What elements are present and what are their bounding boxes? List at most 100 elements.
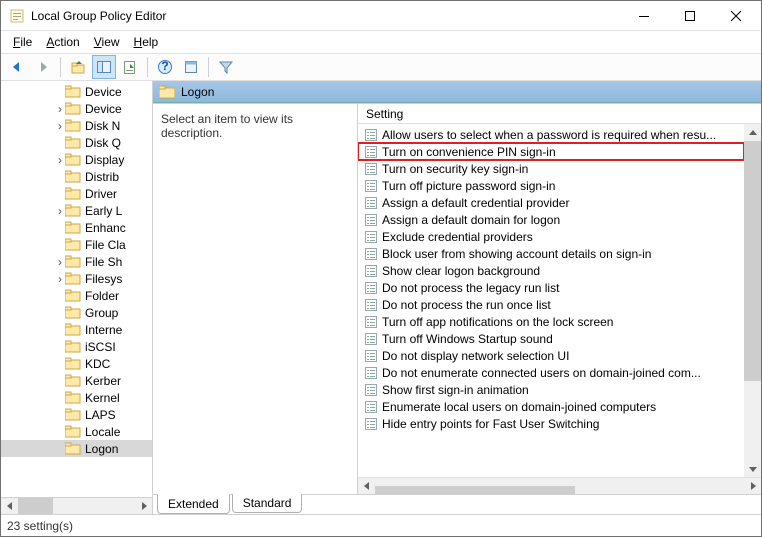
- tree-item[interactable]: Locale: [1, 423, 152, 440]
- maximize-button[interactable]: [667, 2, 713, 30]
- tree-item[interactable]: Driver: [1, 185, 152, 202]
- setting-row[interactable]: Exclude credential providers: [358, 228, 744, 245]
- policy-icon: [364, 230, 378, 244]
- policy-icon: [364, 298, 378, 312]
- list-hscrollbar[interactable]: [358, 477, 761, 494]
- tree-item[interactable]: Distrib: [1, 168, 152, 185]
- menu-help[interactable]: Help: [128, 33, 165, 51]
- filter-button[interactable]: [214, 55, 238, 79]
- folder-icon: [65, 306, 81, 319]
- statusbar: 23 setting(s): [1, 514, 761, 536]
- tree-item[interactable]: File Cla: [1, 236, 152, 253]
- expand-icon[interactable]: ›: [55, 272, 65, 286]
- tab-standard[interactable]: Standard: [232, 494, 303, 513]
- folder-icon: [65, 272, 81, 285]
- details-header-label: Logon: [181, 85, 214, 99]
- tree-item-label: KDC: [85, 357, 110, 371]
- settings-list[interactable]: Allow users to select when a password is…: [358, 124, 744, 477]
- scroll-right-arrow[interactable]: [744, 478, 761, 495]
- setting-row[interactable]: Turn off Windows Startup sound: [358, 330, 744, 347]
- setting-row[interactable]: Do not process the run once list: [358, 296, 744, 313]
- setting-row[interactable]: Enumerate local users on domain-joined c…: [358, 398, 744, 415]
- scroll-left-arrow[interactable]: [358, 478, 375, 495]
- setting-row[interactable]: Do not enumerate connected users on doma…: [358, 364, 744, 381]
- tree-item[interactable]: Logon: [1, 440, 152, 457]
- scroll-thumb[interactable]: [744, 141, 761, 381]
- scroll-down-arrow[interactable]: [744, 460, 761, 477]
- minimize-button[interactable]: [621, 2, 667, 30]
- menu-file[interactable]: File: [7, 33, 38, 51]
- tree-view[interactable]: Device›Device›Disk NDisk Q›DisplayDistri…: [1, 81, 152, 497]
- setting-row[interactable]: Assign a default credential provider: [358, 194, 744, 211]
- setting-row[interactable]: Block user from showing account details …: [358, 245, 744, 262]
- tree-item[interactable]: Kernel: [1, 389, 152, 406]
- tree-item[interactable]: LAPS: [1, 406, 152, 423]
- show-hide-tree-button[interactable]: [92, 55, 116, 79]
- up-one-level-button[interactable]: [66, 55, 90, 79]
- scroll-thumb[interactable]: [18, 498, 53, 515]
- setting-label: Exclude credential providers: [382, 230, 533, 244]
- setting-row[interactable]: Do not display network selection UI: [358, 347, 744, 364]
- menu-action[interactable]: Action: [40, 33, 85, 51]
- tree-item[interactable]: Kerber: [1, 372, 152, 389]
- expand-icon[interactable]: ›: [55, 204, 65, 218]
- folder-icon: [65, 238, 81, 251]
- tree-item[interactable]: Enhanc: [1, 219, 152, 236]
- tree-item-label: Disk N: [85, 119, 120, 133]
- toolbar-separator: [147, 57, 148, 77]
- expand-icon[interactable]: ›: [55, 153, 65, 167]
- setting-row[interactable]: Turn off picture password sign-in: [358, 177, 744, 194]
- export-list-button[interactable]: [118, 55, 142, 79]
- setting-row[interactable]: Show first sign-in animation: [358, 381, 744, 398]
- tree-item[interactable]: ›Display: [1, 151, 152, 168]
- scroll-right-arrow[interactable]: [135, 498, 152, 515]
- setting-row[interactable]: Turn on convenience PIN sign-in: [358, 143, 744, 160]
- close-button[interactable]: [713, 2, 759, 30]
- tree-hscrollbar[interactable]: [1, 497, 152, 514]
- tree-item-label: LAPS: [85, 408, 116, 422]
- setting-row[interactable]: Do not process the legacy run list: [358, 279, 744, 296]
- tree-item[interactable]: Interne: [1, 321, 152, 338]
- tree-item[interactable]: KDC: [1, 355, 152, 372]
- tree-item[interactable]: Device: [1, 83, 152, 100]
- setting-row[interactable]: Assign a default domain for logon: [358, 211, 744, 228]
- setting-label: Do not process the run once list: [382, 298, 551, 312]
- tree-item[interactable]: ›Device: [1, 100, 152, 117]
- scroll-up-arrow[interactable]: [744, 124, 761, 141]
- setting-row[interactable]: Allow users to select when a password is…: [358, 126, 744, 143]
- help-button[interactable]: ?: [153, 55, 177, 79]
- list-vscrollbar[interactable]: [744, 124, 761, 477]
- tree-item[interactable]: › Disk N: [1, 117, 152, 134]
- policy-icon: [364, 417, 378, 431]
- tree-item[interactable]: ›Filesys: [1, 270, 152, 287]
- tree-item[interactable]: Disk Q: [1, 134, 152, 151]
- setting-row[interactable]: Hide entry points for Fast User Switchin…: [358, 415, 744, 432]
- setting-row[interactable]: Turn off app notifications on the lock s…: [358, 313, 744, 330]
- setting-label: Assign a default credential provider: [382, 196, 569, 210]
- scroll-left-arrow[interactable]: [1, 498, 18, 515]
- app-window: Local Group Policy Editor File Action Vi…: [0, 0, 762, 537]
- nav-back-button[interactable]: [5, 55, 29, 79]
- tree-item[interactable]: iSCSI: [1, 338, 152, 355]
- scroll-thumb[interactable]: [375, 486, 575, 494]
- menu-view[interactable]: View: [88, 33, 126, 51]
- tree-item[interactable]: Group: [1, 304, 152, 321]
- setting-row[interactable]: Turn on security key sign-in: [358, 160, 744, 177]
- setting-label: Turn on security key sign-in: [382, 162, 528, 176]
- column-header-setting[interactable]: Setting: [358, 104, 761, 124]
- setting-label: Allow users to select when a password is…: [382, 128, 716, 142]
- tree-item[interactable]: ›File Sh: [1, 253, 152, 270]
- tree-item[interactable]: ›Early L: [1, 202, 152, 219]
- policy-icon: [364, 145, 378, 159]
- tree-item[interactable]: Folder: [1, 287, 152, 304]
- tab-extended[interactable]: Extended: [157, 494, 230, 514]
- expand-icon[interactable]: ›: [55, 255, 65, 269]
- expand-icon[interactable]: ›: [55, 119, 65, 133]
- setting-row[interactable]: Show clear logon background: [358, 262, 744, 279]
- nav-forward-button[interactable]: [31, 55, 55, 79]
- setting-label: Hide entry points for Fast User Switchin…: [382, 417, 599, 431]
- policy-icon: [364, 162, 378, 176]
- properties-button[interactable]: [179, 55, 203, 79]
- policy-icon: [364, 281, 378, 295]
- expand-icon[interactable]: ›: [55, 102, 65, 116]
